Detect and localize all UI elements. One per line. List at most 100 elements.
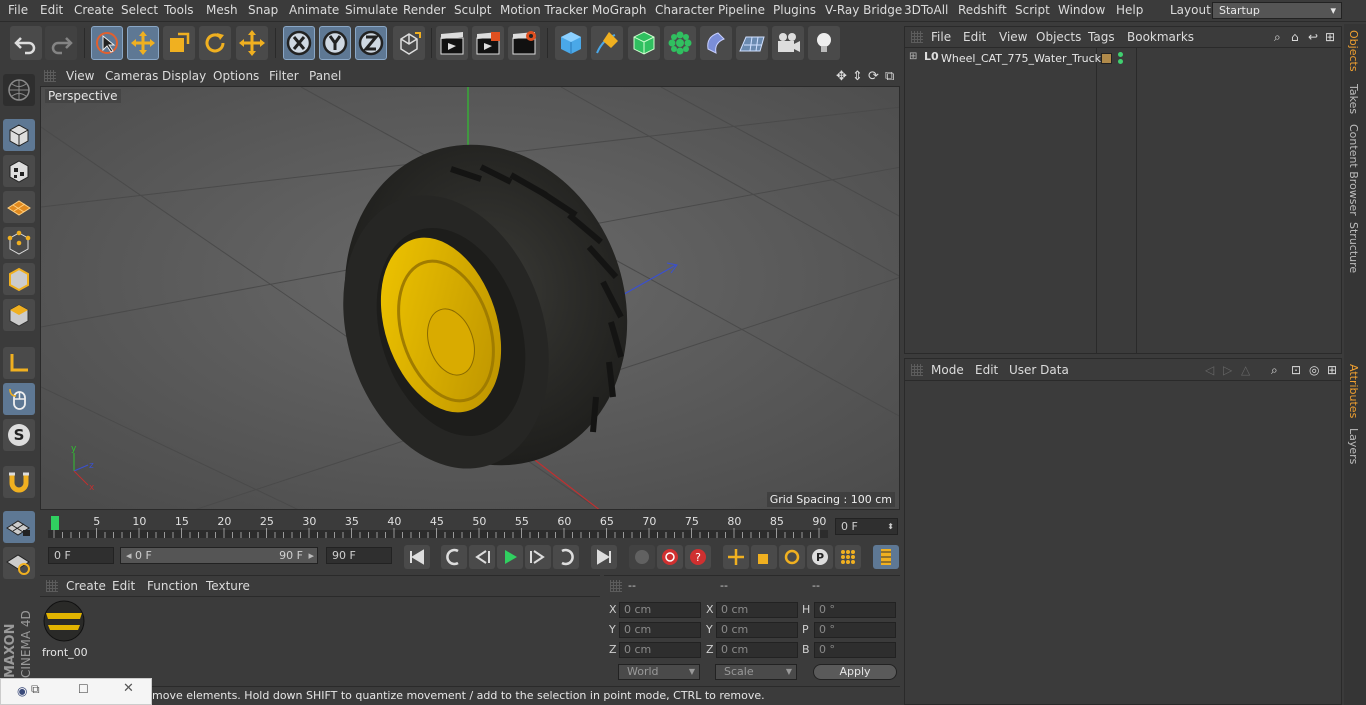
coordinate-system-button[interactable] xyxy=(393,26,425,60)
objects-menu-objects[interactable]: Objects xyxy=(1036,30,1081,44)
solo-button[interactable]: S xyxy=(3,419,35,451)
layer-color-swatch[interactable] xyxy=(1101,53,1112,64)
timeline-playhead[interactable] xyxy=(51,516,59,530)
material-swatch[interactable]: front_00 xyxy=(42,599,88,659)
menu-window[interactable]: Window xyxy=(1058,3,1105,17)
play-button[interactable] xyxy=(497,545,523,569)
timeline-ruler[interactable]: 051015202530354045505560657075808590 0 F… xyxy=(40,512,900,540)
menu-mograph[interactable]: MoGraph xyxy=(592,3,647,17)
key-point-level-button[interactable] xyxy=(835,545,861,569)
menu-select[interactable]: Select xyxy=(121,3,158,17)
object-row[interactable]: ⊞ L0 Wheel_CAT_775_Water_Truck xyxy=(905,50,1341,68)
menu-tools[interactable]: Tools xyxy=(164,3,194,17)
model-mode-button[interactable] xyxy=(3,119,35,151)
rotate-tool-button[interactable] xyxy=(199,26,231,60)
render-visibility-dot[interactable] xyxy=(1118,59,1123,64)
objects-menu-file[interactable]: File xyxy=(931,30,951,44)
menu-simulate[interactable]: Simulate xyxy=(345,3,398,17)
render-to-picture-viewer-button[interactable] xyxy=(472,26,504,60)
viewport-maximize-icon[interactable]: ⧉ xyxy=(885,69,894,84)
attributes-menu-edit[interactable]: Edit xyxy=(975,363,998,377)
y-axis-lock-button[interactable] xyxy=(319,26,351,60)
layout-select[interactable]: Startup ▾ xyxy=(1212,2,1342,19)
workplane-lock-button[interactable] xyxy=(3,511,35,543)
maximize-panel-icon[interactable]: ⊞ xyxy=(1327,363,1337,377)
transform-tool-button[interactable] xyxy=(236,26,268,60)
restore-icon[interactable]: ⧉ xyxy=(31,682,40,697)
undo-button[interactable] xyxy=(10,26,42,60)
z-axis-lock-button[interactable] xyxy=(355,26,387,60)
make-editable-button[interactable] xyxy=(3,74,35,106)
position-x-field[interactable]: 0 cm xyxy=(619,602,701,618)
menu-render[interactable]: Render xyxy=(403,3,446,17)
menu-plugins[interactable]: Plugins xyxy=(773,3,816,17)
perspective-viewport[interactable]: y z x Perspective Grid Spacing : 100 cm xyxy=(40,86,900,510)
maximize-panel-icon[interactable]: ⊞ xyxy=(1325,30,1335,44)
frame-range-slider[interactable]: ◂ 0 F 90 F ▸ xyxy=(120,547,318,564)
menu-character[interactable]: Character xyxy=(655,3,714,17)
expand-plus-icon[interactable]: ⊞ xyxy=(909,51,917,62)
objects-menu-edit[interactable]: Edit xyxy=(963,30,986,44)
autokeying-button[interactable]: ? xyxy=(685,545,711,569)
live-selection-button[interactable] xyxy=(91,26,123,60)
menu-create[interactable]: Create xyxy=(74,3,114,17)
cube-primitive-button[interactable] xyxy=(555,26,587,60)
record-keys-disabled-button[interactable] xyxy=(629,545,655,569)
key-rotation-button[interactable] xyxy=(779,545,805,569)
tab-structure[interactable]: Structure xyxy=(1347,222,1360,273)
tab-content-browser[interactable]: Content Browser xyxy=(1347,124,1360,216)
size-z-field[interactable]: 0 cm xyxy=(716,642,798,658)
material-menu-function[interactable]: Function xyxy=(147,579,198,593)
up-arrow-icon[interactable]: △ xyxy=(1241,363,1250,377)
position-z-field[interactable]: 0 cm xyxy=(619,642,701,658)
size-y-field[interactable]: 0 cm xyxy=(716,622,798,638)
next-key-button[interactable] xyxy=(553,545,579,569)
texture-mode-button[interactable] xyxy=(3,155,35,187)
snap-button[interactable] xyxy=(3,466,35,498)
render-settings-button[interactable] xyxy=(508,26,540,60)
apply-button[interactable]: Apply xyxy=(813,664,897,680)
viewport-move-icon[interactable]: ✥ xyxy=(836,69,847,84)
close-icon[interactable]: ✕ xyxy=(123,681,134,696)
menu-redshift[interactable]: Redshift xyxy=(958,3,1007,17)
forward-arrow-icon[interactable]: ▷ xyxy=(1223,363,1232,377)
home-icon[interactable]: ⌂ xyxy=(1291,30,1299,44)
menu-script[interactable]: Script xyxy=(1015,3,1050,17)
floor-environment-button[interactable] xyxy=(736,26,768,60)
maximize-icon[interactable]: ☐ xyxy=(78,682,89,696)
material-menu-create[interactable]: Create xyxy=(66,579,106,593)
previous-frame-button[interactable] xyxy=(469,545,495,569)
scale-tool-button[interactable] xyxy=(163,26,195,60)
edges-mode-button[interactable] xyxy=(3,263,35,295)
deformer-button[interactable] xyxy=(700,26,732,60)
menu-mesh[interactable]: Mesh xyxy=(206,3,238,17)
tab-attributes[interactable]: Attributes xyxy=(1347,364,1360,418)
menu-edit[interactable]: Edit xyxy=(40,3,63,17)
key-position-button[interactable] xyxy=(723,545,749,569)
objects-menu-view[interactable]: View xyxy=(999,30,1027,44)
cloner-button[interactable] xyxy=(664,26,696,60)
render-view-button[interactable] xyxy=(436,26,468,60)
light-button[interactable] xyxy=(808,26,840,60)
viewport-menu-cameras[interactable]: Cameras xyxy=(105,69,158,83)
rotation-h-field[interactable]: 0 ° xyxy=(814,602,896,618)
viewport-menu-filter[interactable]: Filter xyxy=(269,69,299,83)
editor-visibility-dot[interactable] xyxy=(1118,52,1123,57)
back-icon[interactable]: ↩ xyxy=(1308,30,1318,44)
tab-objects[interactable]: Objects xyxy=(1347,30,1360,72)
go-to-end-button[interactable] xyxy=(591,545,617,569)
move-tool-button[interactable] xyxy=(127,26,159,60)
spline-pen-button[interactable] xyxy=(591,26,623,60)
current-frame-field[interactable]: 0 F ⬍ xyxy=(835,518,898,535)
workplane-mode-button[interactable] xyxy=(3,191,35,223)
viewport-menu-display[interactable]: Display xyxy=(162,69,206,83)
viewport-menu-options[interactable]: Options xyxy=(213,69,259,83)
menu-animate[interactable]: Animate xyxy=(289,3,339,17)
go-to-start-button[interactable] xyxy=(404,545,430,569)
viewport-zoom-icon[interactable]: ⇕ xyxy=(852,69,863,84)
position-y-field[interactable]: 0 cm xyxy=(619,622,701,638)
timeline-window-button[interactable] xyxy=(873,545,899,569)
polygons-mode-button[interactable] xyxy=(3,299,35,331)
start-frame-field[interactable]: 0 F xyxy=(48,547,114,564)
lock-icon[interactable]: ⊡ xyxy=(1291,363,1301,377)
